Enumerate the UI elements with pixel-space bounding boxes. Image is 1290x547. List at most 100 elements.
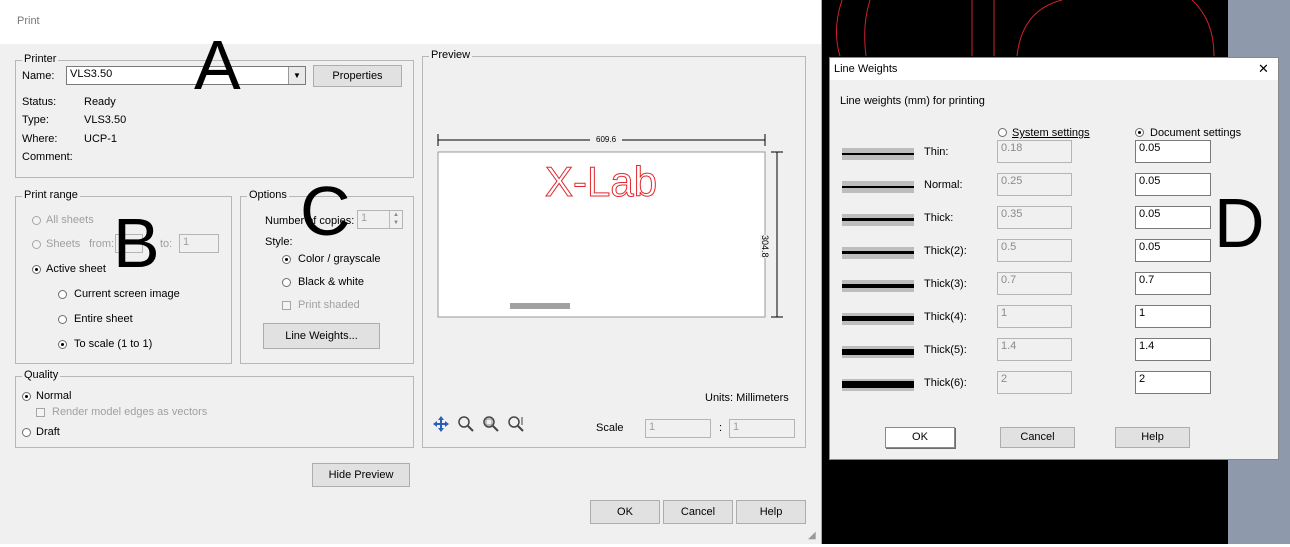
to-scale-label: To scale (1 to 1) <box>74 338 153 350</box>
document-weight-input[interactable]: 0.7 <box>1135 272 1211 295</box>
document-weight-input[interactable]: 0.05 <box>1135 140 1211 163</box>
hide-preview-button[interactable]: Hide Preview <box>312 463 410 487</box>
color-radio[interactable] <box>282 255 291 264</box>
print-shaded-label: Print shaded <box>298 299 360 311</box>
line-weight-sample <box>842 247 914 259</box>
current-screen-label: Current screen image <box>74 288 180 300</box>
spin-arrows-icon[interactable]: ▲ ▼ <box>389 211 402 228</box>
zoom-extents-icon[interactable] <box>506 414 526 434</box>
line-weights-title: Line Weights <box>834 63 898 75</box>
system-weight-input[interactable]: 1 <box>997 305 1072 328</box>
print-title: Print <box>17 15 40 27</box>
status-label: Status: <box>22 96 57 108</box>
system-weight-input[interactable]: 0.5 <box>997 239 1072 262</box>
entire-sheet-radio[interactable] <box>58 315 67 324</box>
scale-right-value: 1 <box>733 421 740 433</box>
resize-grip-icon[interactable]: ◢ <box>808 530 816 541</box>
color-label: Color / grayscale <box>298 253 381 265</box>
line-weight-stroke <box>842 349 914 355</box>
line-weight-sample <box>842 379 914 391</box>
line-weight-label: Normal: <box>924 179 963 191</box>
properties-button[interactable]: Properties <box>313 65 402 87</box>
document-settings-radio[interactable] <box>1135 128 1144 137</box>
active-sheet-radio[interactable] <box>32 265 41 274</box>
system-weight-input[interactable]: 0.18 <box>997 140 1072 163</box>
line-weight-sample <box>842 148 914 160</box>
preview-logo: X-Lab <box>544 158 658 206</box>
close-icon[interactable]: ✕ <box>1258 61 1269 77</box>
entire-sheet-label: Entire sheet <box>74 313 133 325</box>
scale-label: Scale <box>596 422 624 434</box>
current-screen-radio[interactable] <box>58 290 67 299</box>
style-label: Style: <box>265 236 293 248</box>
document-weight-input[interactable]: 0.05 <box>1135 173 1211 196</box>
where-value: UCP-1 <box>84 133 118 145</box>
chevron-down-icon[interactable]: ▼ <box>288 67 305 84</box>
line-weight-stroke <box>842 153 914 155</box>
line-weight-stroke <box>842 316 914 321</box>
active-sheet-label: Active sheet <box>46 263 106 275</box>
document-settings-label: Document settings <box>1150 127 1242 139</box>
zoom-in-icon[interactable] <box>456 414 476 434</box>
print-ok-button[interactable]: OK <box>590 500 660 524</box>
line-weights-title-bar: Line Weights ✕ <box>830 58 1278 80</box>
document-weight-input[interactable]: 0.05 <box>1135 239 1211 262</box>
annotation-a: A <box>194 26 241 104</box>
scale-right-input[interactable]: 1 <box>729 419 795 438</box>
system-weight-input[interactable]: 0.7 <box>997 272 1072 295</box>
annotation-d: D <box>1214 184 1265 262</box>
to-label: to: <box>160 238 173 250</box>
to-scale-radio[interactable] <box>58 340 67 349</box>
printer-name-select[interactable]: VLS3.50 ▼ <box>66 66 306 85</box>
to-value: 1 <box>183 236 190 248</box>
render-edges-label: Render model edges as vectors <box>52 406 208 418</box>
render-edges-checkbox[interactable] <box>36 408 45 417</box>
system-weight-input[interactable]: 0.35 <box>997 206 1072 229</box>
system-weight-input[interactable]: 1.4 <box>997 338 1072 361</box>
print-title-bar: Print <box>0 0 821 44</box>
quality-normal-label: Normal <box>36 390 72 402</box>
system-weight-input[interactable]: 0.25 <box>997 173 1072 196</box>
document-weight-input[interactable]: 1 <box>1135 305 1211 328</box>
bw-label: Black & white <box>298 276 365 288</box>
annotation-b: B <box>113 204 160 282</box>
annotation-c: C <box>300 172 351 250</box>
zoom-out-icon[interactable] <box>481 414 501 434</box>
quality-normal-radio[interactable] <box>22 392 31 401</box>
copies-stepper[interactable]: 1 ▲ ▼ <box>357 210 403 229</box>
system-weight-input[interactable]: 2 <box>997 371 1072 394</box>
system-settings-radio[interactable] <box>998 128 1007 137</box>
quality-legend: Quality <box>22 369 61 381</box>
all-sheets-label: All sheets <box>46 214 94 226</box>
line-weights-button[interactable]: Line Weights... <box>263 323 380 349</box>
print-help-button[interactable]: Help <box>736 500 806 524</box>
scale-left-input[interactable]: 1 <box>645 419 711 438</box>
print-shaded-checkbox[interactable] <box>282 301 291 310</box>
document-weight-input[interactable]: 2 <box>1135 371 1211 394</box>
preview-legend: Preview <box>429 49 473 61</box>
printer-name-label: Name: <box>22 70 55 82</box>
bw-radio[interactable] <box>282 278 291 287</box>
line-weight-label: Thin: <box>924 146 949 158</box>
line-weight-stroke <box>842 381 914 388</box>
line-weight-sample <box>842 280 914 292</box>
document-weight-input[interactable]: 1.4 <box>1135 338 1211 361</box>
all-sheets-radio[interactable] <box>32 216 41 225</box>
copies-value: 1 <box>361 212 368 224</box>
lw-ok-button[interactable]: OK <box>885 427 955 448</box>
print-cancel-button[interactable]: Cancel <box>663 500 733 524</box>
line-weight-label: Thick(4): <box>924 311 967 323</box>
sheets-label: Sheets <box>46 238 81 250</box>
line-weight-stroke <box>842 284 914 288</box>
line-weight-label: Thick(6): <box>924 377 967 389</box>
quality-draft-radio[interactable] <box>22 428 31 437</box>
line-weight-label: Thick(2): <box>924 245 967 257</box>
sheets-radio[interactable] <box>32 240 41 249</box>
line-weight-label: Thick(5): <box>924 344 967 356</box>
pan-icon[interactable] <box>431 414 451 434</box>
to-input[interactable]: 1 <box>179 234 219 253</box>
document-weight-input[interactable]: 0.05 <box>1135 206 1211 229</box>
lw-help-button[interactable]: Help <box>1115 427 1190 448</box>
comment-label: Comment: <box>22 151 73 163</box>
lw-cancel-button[interactable]: Cancel <box>1000 427 1075 448</box>
